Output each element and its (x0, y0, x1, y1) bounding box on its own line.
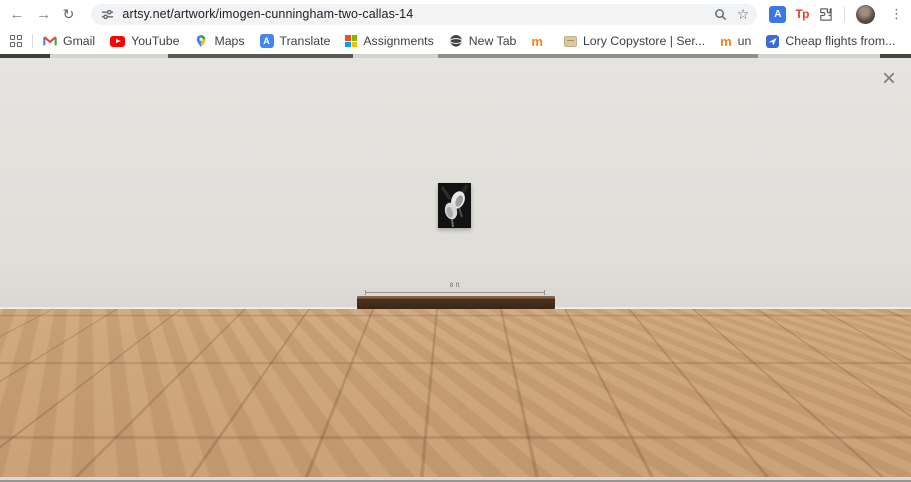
bookmark-star-icon[interactable]: ☆ (737, 7, 750, 21)
bookmark-label: Lory Copystore | Ser... (583, 34, 705, 48)
bookmarks-divider (32, 34, 33, 48)
bookmark-new-tab[interactable]: New Tab (449, 34, 517, 48)
address-bar[interactable]: artsy.net/artwork/imogen-cunningham-two-… (91, 4, 757, 25)
flights-icon (766, 35, 779, 48)
forward-icon[interactable]: → (33, 3, 55, 25)
bookmark-youtube[interactable]: YouTube (110, 34, 179, 48)
maps-pin-icon (194, 34, 208, 48)
translate-extension-icon[interactable]: A (769, 6, 786, 23)
profile-avatar[interactable] (856, 5, 875, 24)
bench-leg-right (531, 308, 555, 341)
bookmark-label: Cheap flights from... (785, 34, 895, 48)
bookmark-lory-copystore[interactable]: Lory Copystore | Ser... (564, 34, 705, 48)
bench-under-shadow (372, 308, 540, 338)
site-settings-icon[interactable] (101, 8, 114, 21)
apps-grid-icon[interactable] (10, 35, 23, 48)
bench-scale-label: 8 ft (405, 283, 505, 289)
translate-icon: A (260, 34, 274, 48)
ms-grid-icon (345, 35, 357, 47)
bookmark-translate[interactable]: A Translate (260, 34, 331, 48)
artwork-two-callas (438, 183, 471, 228)
bookmark-label: Assignments (363, 34, 433, 48)
bookmark-label: Translate (280, 34, 331, 48)
bookmark-label: Maps (214, 34, 244, 48)
url-text[interactable]: artsy.net/artwork/imogen-cunningham-two-… (122, 7, 413, 21)
back-icon[interactable]: ← (6, 3, 28, 25)
bookmark-gmail[interactable]: Gmail (43, 34, 95, 48)
globe-icon (449, 34, 463, 48)
extensions-puzzle-icon[interactable] (818, 7, 833, 22)
bookmarks-bar: Gmail YouTube Maps A Translate Assignmen… (0, 28, 911, 54)
moodle-icon: m (720, 35, 732, 48)
bench-leg-left (356, 308, 380, 341)
bookmark-label: un (738, 34, 752, 48)
bookmark-label: Gmail (63, 34, 95, 48)
copystore-icon (564, 36, 577, 47)
browser-toolbar: ← → ↻ artsy.net/artwork/imogen-cunningha… (0, 0, 911, 28)
bookmark-label: YouTube (131, 34, 179, 48)
close-icon[interactable]: × (876, 66, 902, 92)
menu-kebab-icon[interactable]: ⋮ (890, 6, 903, 22)
bookmark-un[interactable]: m un (720, 34, 751, 48)
bench-scale-ruler (365, 292, 545, 293)
tp-extension-icon[interactable]: Tp (795, 7, 809, 21)
gmail-icon (43, 34, 57, 48)
floor-shading (0, 407, 911, 477)
browser-window: ← → ↻ artsy.net/artwork/imogen-cunningha… (0, 0, 911, 482)
moodle-icon: m (531, 35, 543, 48)
bookmark-cheap-flights[interactable]: Cheap flights from... (766, 34, 895, 48)
toolbar-divider (844, 7, 845, 22)
bookmark-label: New Tab (469, 34, 517, 48)
reload-icon[interactable]: ↻ (58, 3, 80, 25)
gallery-bench (357, 296, 555, 309)
bookmark-moodle[interactable]: m (531, 35, 549, 48)
extensions-area: A Tp ⋮ (769, 5, 911, 24)
bookmark-maps[interactable]: Maps (194, 34, 244, 48)
zoom-icon[interactable] (714, 8, 727, 21)
bookmark-assignments[interactable]: Assignments (345, 34, 433, 48)
youtube-icon (110, 36, 125, 47)
